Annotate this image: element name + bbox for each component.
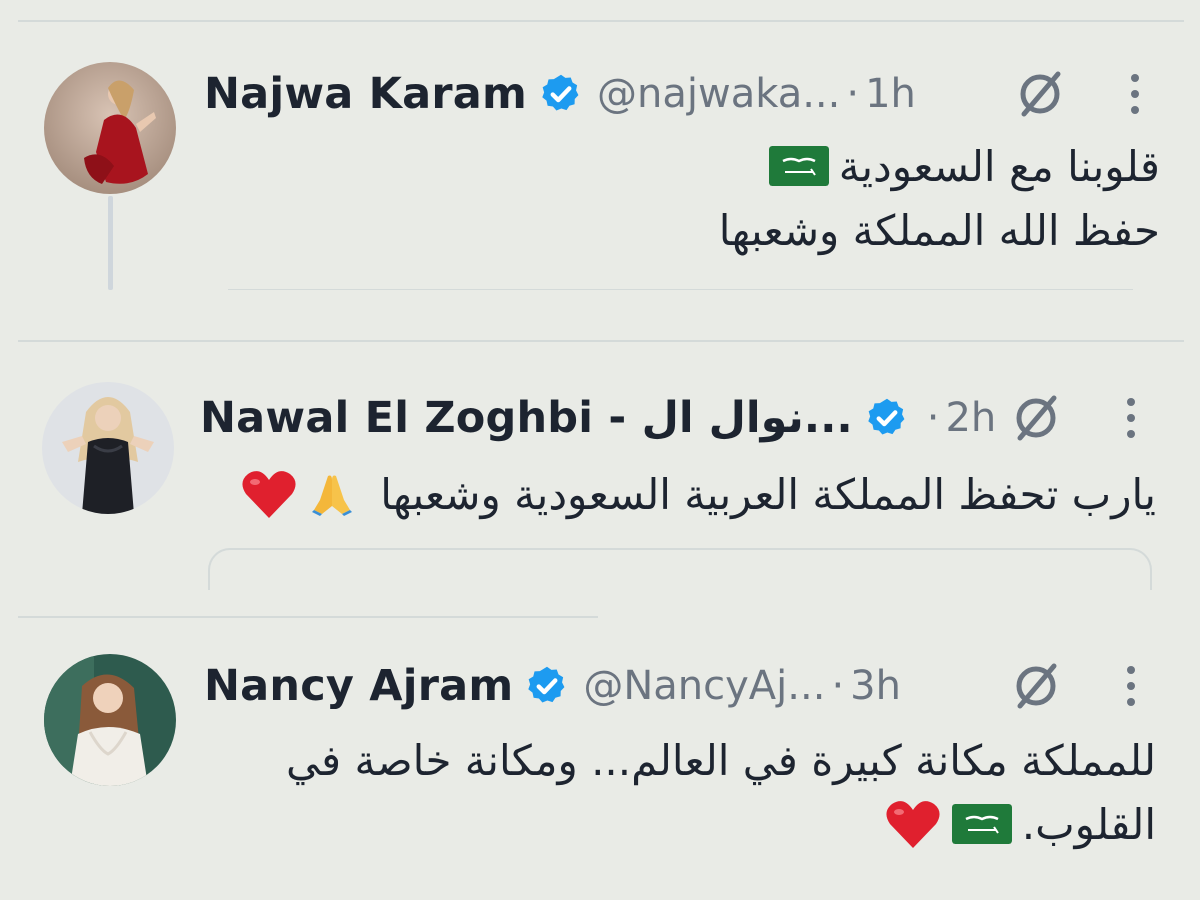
- verified-badge-icon: [868, 398, 905, 435]
- divider: [228, 289, 1133, 290]
- tweet-text-line: للمملكة مكانة كبيرة في العالم... ومكانة …: [286, 730, 1156, 790]
- verified-badge-icon: [542, 74, 579, 111]
- red-heart-emoji-icon: [886, 801, 940, 848]
- tweet-text: للمملكة مكانة كبيرة في العالم... ومكانة …: [286, 735, 1156, 785]
- separator-dot: ·: [846, 71, 860, 117]
- separator-dot: ·: [926, 395, 940, 441]
- folded-hands-emoji-icon: [312, 475, 353, 516]
- verified-badge-icon: [528, 666, 565, 703]
- tweet-text: قلوبنا مع السعودية: [838, 141, 1160, 191]
- divider: [18, 340, 1184, 342]
- tweet-text: حفظ الله المملكة وشعبها: [718, 205, 1160, 255]
- tweet-header: Nancy Ajram @NancyAj... · 3h: [204, 656, 901, 716]
- more-options-icon[interactable]: [1124, 396, 1138, 440]
- user-handle[interactable]: @najwaka...: [597, 71, 840, 117]
- thread-connector: [108, 196, 113, 290]
- grok-icon[interactable]: [1008, 658, 1064, 714]
- avatar[interactable]: [42, 382, 174, 514]
- tweet-text-line: حفظ الله المملكة وشعبها: [719, 202, 1160, 258]
- timestamp[interactable]: 2h: [945, 395, 996, 441]
- timestamp[interactable]: 3h: [850, 663, 901, 709]
- tweet-header: Najwa Karam @najwaka... · 1h: [204, 64, 916, 124]
- saudi-flag-emoji-icon: [951, 804, 1012, 844]
- tweet-text-line: يارب تحفظ المملكة العربية السعودية وشعبه…: [240, 462, 1156, 526]
- divider: [18, 20, 1184, 22]
- timestamp[interactable]: 1h: [865, 71, 916, 117]
- grok-icon[interactable]: [1012, 66, 1068, 122]
- divider: [18, 616, 598, 618]
- tweet-text-line: قلوبنا مع السعودية: [768, 138, 1160, 194]
- tweet-text: القلوب.: [1021, 799, 1156, 849]
- separator-dot: ·: [831, 663, 845, 709]
- display-name[interactable]: Najwa Karam: [204, 69, 527, 119]
- timeline: Najwa Karam @najwaka... · 1h قلوبنا مع ا…: [0, 0, 1200, 900]
- red-heart-emoji-icon: [242, 471, 296, 518]
- quoted-tweet-card-edge[interactable]: [208, 548, 1152, 590]
- more-options-icon[interactable]: [1128, 72, 1142, 116]
- tweet-header: Nawal El Zoghbi - نوال ال... · 2h: [200, 388, 996, 448]
- user-handle[interactable]: @NancyAj...: [583, 663, 825, 709]
- display-name[interactable]: Nawal El Zoghbi - نوال ال...: [200, 393, 853, 443]
- tweet-text: يارب تحفظ المملكة العربية السعودية وشعبه…: [380, 469, 1156, 519]
- display-name[interactable]: Nancy Ajram: [204, 661, 513, 711]
- more-options-icon[interactable]: [1124, 664, 1138, 708]
- grok-icon[interactable]: [1008, 390, 1064, 446]
- avatar[interactable]: [44, 654, 176, 786]
- avatar[interactable]: [44, 62, 176, 194]
- saudi-flag-emoji-icon: [768, 146, 829, 186]
- tweet-text-line: القلوب.: [884, 794, 1156, 854]
